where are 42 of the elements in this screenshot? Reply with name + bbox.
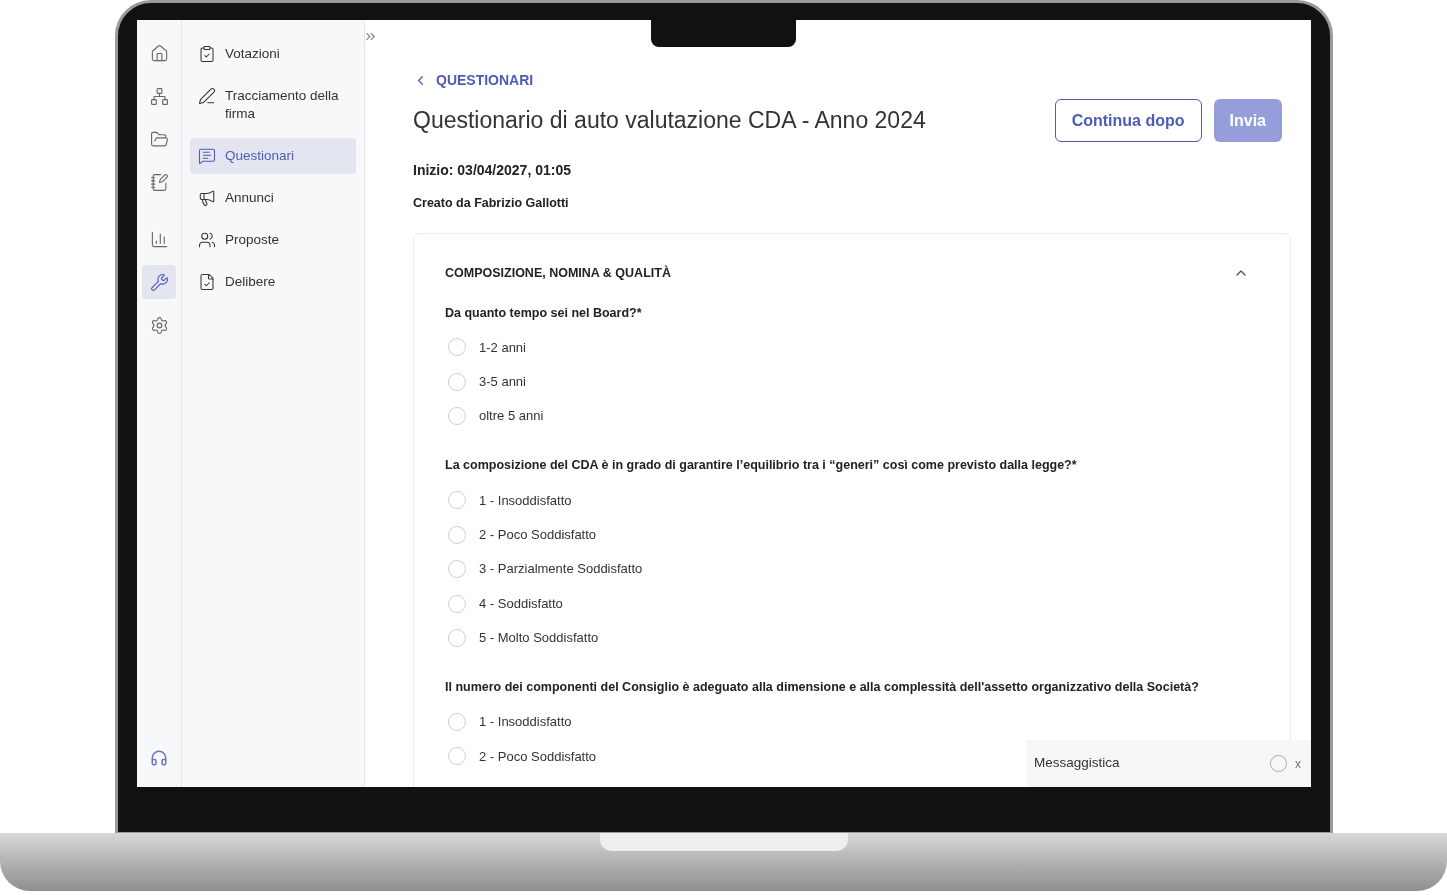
radio-option[interactable]: 2 - Poco Soddisfatto [445, 739, 597, 774]
radio-option[interactable]: oltre 5 anni [445, 399, 544, 434]
sidebar-item[interactable]: Votazioni [190, 36, 356, 72]
radio-option[interactable]: 3 - Parzialmente Soddisfatto [445, 551, 643, 587]
close-button[interactable]: x [1293, 754, 1303, 773]
radio-option[interactable]: 1 - Insoddisfatto [445, 704, 572, 740]
bar-chart-icon [149, 229, 169, 249]
radio-option[interactable]: 1-2 anni [445, 330, 526, 365]
tools-icon [149, 272, 169, 292]
clipboard-check-icon [198, 45, 216, 63]
sidebar-item[interactable]: Delibere [190, 264, 356, 300]
people-network-icon [149, 86, 169, 106]
section-title: COMPOSIZIONE, NOMINA & QUALITÀ [445, 264, 671, 282]
sidebar-item[interactable]: Annunci [190, 180, 356, 216]
sidebar-item[interactable]: Tracciamento della firma [190, 78, 356, 132]
radio-option[interactable]: 5 - Molto Soddisfatto [445, 620, 599, 656]
continue-later-button[interactable]: Continua dopo [1054, 99, 1202, 142]
messaging-label: Messaggistica [1034, 754, 1120, 773]
question-text: Il numero dei componenti del Consiglio è adeguato alla dimensione e alla complessità dell'assetto organizzativo della Società? [445, 679, 1200, 697]
home-icon [149, 43, 169, 63]
radio-option[interactable]: 4 - Soddisfatto [445, 586, 563, 621]
sidebar-item[interactable]: Proposte [190, 222, 356, 258]
settings-icon [149, 315, 169, 335]
pen-icon [198, 87, 216, 105]
page-title: Questionario di auto valutazione CDA - Anno 2024 [413, 106, 926, 136]
created-by: Creato da Fabrizio Gallotti [413, 195, 570, 212]
sidebar-item[interactable]: Questionari [190, 138, 356, 174]
question-text: Da quanto tempo sei nel Board?* [445, 304, 643, 322]
radio-option[interactable]: 1 - Insoddisfatto [445, 483, 572, 518]
radio-option[interactable]: 3-5 anni [445, 364, 526, 400]
radio-option[interactable]: 2 - Poco Soddisfatto [445, 517, 597, 552]
question-text: La composizione del CDA è in grado di garantire l’equilibrio tra i “generi” così come previsto dalla legge?* [445, 457, 1078, 475]
message-list-icon [198, 147, 216, 165]
rail-button[interactable] [142, 265, 176, 299]
megaphone-icon [198, 189, 216, 207]
document-check-icon [198, 273, 216, 291]
notebook-pen-icon [149, 172, 169, 192]
start-date: Inizio: 03/04/2027, 01:05 [413, 161, 572, 180]
folder-icon [149, 129, 169, 149]
headset-icon[interactable] [150, 749, 168, 767]
back-link[interactable]: QUESTIONARI [413, 70, 1291, 91]
people-icon [198, 231, 216, 249]
